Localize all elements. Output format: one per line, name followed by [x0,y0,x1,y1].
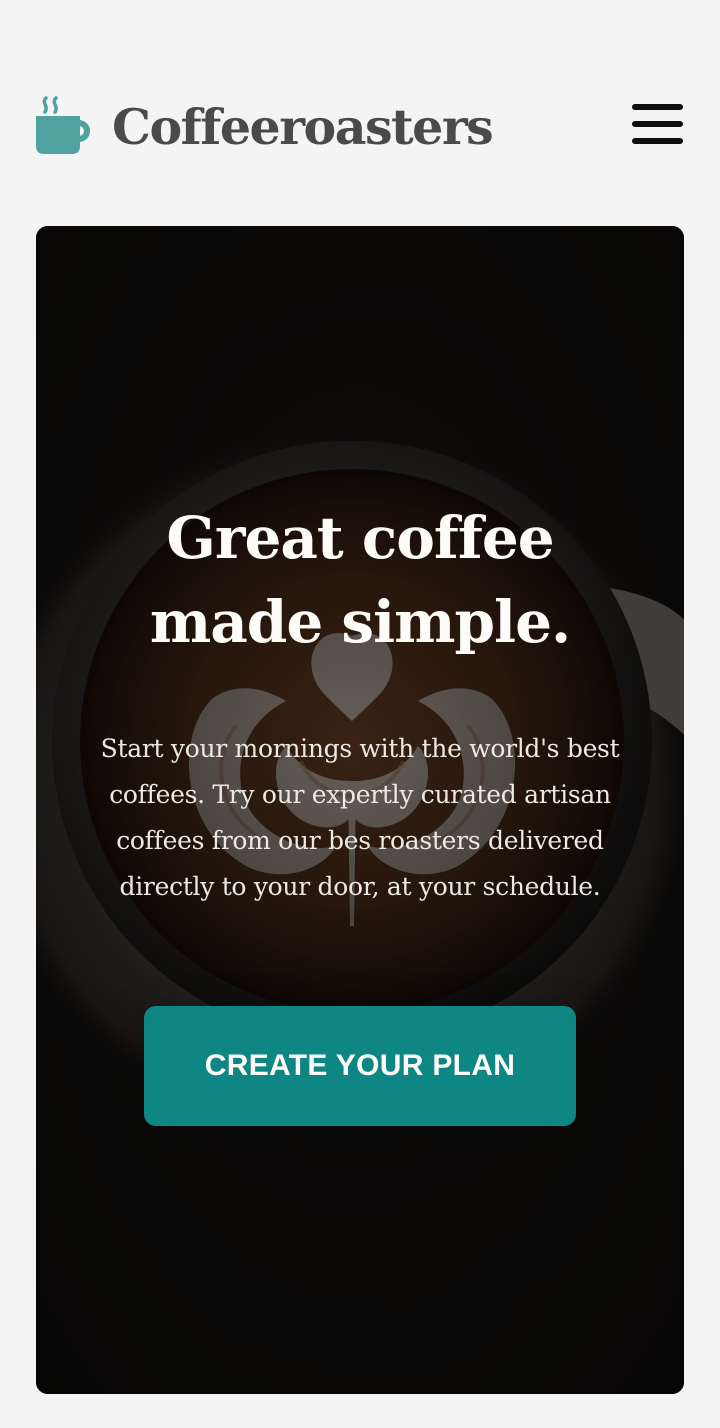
hamburger-menu-icon[interactable] [632,102,684,150]
hero-title: Great coffee made simple. [66,496,654,664]
create-your-plan-button[interactable]: CREATE YOUR PLAN [144,1006,576,1126]
menu-bar-bottom [632,138,683,144]
brand-name: Coffeeroasters [112,98,494,156]
page: Coffeeroasters Great coffee made simple.… [0,0,720,1428]
hero-title-line-2: made simple. [149,588,571,656]
hero-title-line-1: Great coffee [166,504,554,572]
site-header: Coffeeroasters [36,92,684,162]
coffee-cup-icon [36,96,90,154]
logo[interactable]: Coffeeroasters [36,92,494,162]
menu-bar-middle [632,121,683,127]
menu-bar-top [632,104,683,110]
hero-content: Great coffee made simple. Start your mor… [36,226,684,1394]
hero-description: Start your mornings with the world's bes… [100,734,620,901]
hero-section: Great coffee made simple. Start your mor… [36,226,684,1394]
